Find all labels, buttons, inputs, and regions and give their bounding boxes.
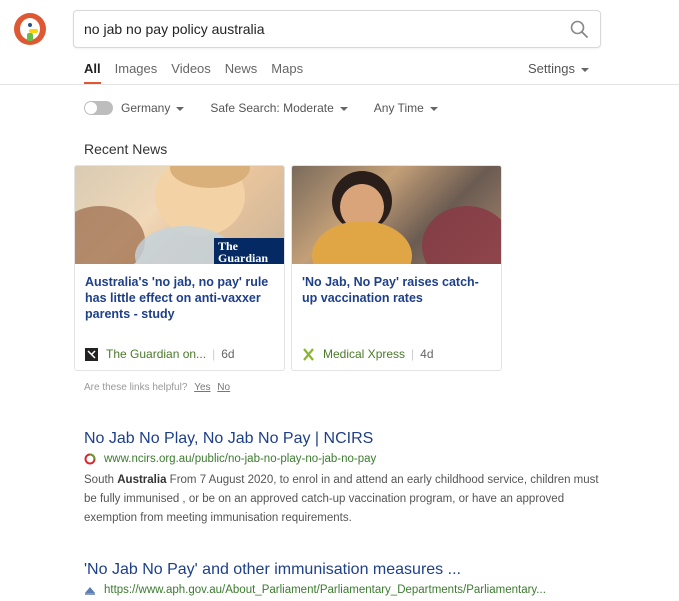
guardian-icon — [85, 347, 98, 361]
time-filter[interactable]: Any Time — [374, 101, 438, 115]
news-card[interactable]: The Guardian Australia's 'no jab, no pay… — [74, 165, 285, 371]
chevron-down-icon — [339, 106, 348, 111]
search-result: No Jab No Play, No Jab No Pay | NCIRS ww… — [84, 430, 604, 528]
duckduckgo-logo-icon[interactable] — [14, 13, 46, 45]
news-headline[interactable]: Australia's 'no jab, no pay' rule has li… — [85, 274, 275, 322]
feedback-no-link[interactable]: No — [217, 382, 230, 393]
search-box[interactable] — [73, 10, 601, 48]
news-age: 6d — [221, 347, 235, 361]
tab-all[interactable]: All — [84, 61, 101, 81]
news-thumbnail — [292, 166, 501, 264]
chevron-down-icon — [581, 67, 589, 72]
safe-search-filter[interactable]: Safe Search: Moderate — [210, 101, 348, 115]
news-source: Medical Xpress | 4d — [302, 347, 434, 361]
chevron-down-icon — [429, 106, 438, 111]
news-thumbnail: The Guardian — [75, 166, 284, 264]
region-filter[interactable]: Germany — [121, 101, 185, 115]
feedback-yes-link[interactable]: Yes — [194, 382, 210, 393]
news-source: The Guardian on... | 6d — [85, 347, 235, 361]
result-url[interactable]: https://www.aph.gov.au/About_Parliament/… — [84, 584, 604, 596]
filter-bar: Germany Safe Search: Moderate Any Time — [84, 100, 464, 116]
tab-images[interactable]: Images — [115, 61, 158, 81]
search-result: 'No Jab No Pay' and other immunisation m… — [84, 561, 604, 596]
tab-maps[interactable]: Maps — [271, 61, 303, 81]
result-url[interactable]: www.ncirs.org.au/public/no-jab-no-play-n… — [84, 453, 604, 465]
region-toggle[interactable] — [84, 101, 113, 115]
chevron-down-icon — [176, 106, 185, 111]
settings-label: Settings — [528, 61, 575, 76]
result-title-link[interactable]: 'No Jab No Pay' and other immunisation m… — [84, 561, 604, 579]
news-card[interactable]: 'No Jab, No Pay' raises catch-up vaccina… — [291, 165, 502, 371]
guardian-logo-icon: The Guardian — [214, 238, 284, 264]
feedback-prompt: Are these links helpful? Yes No — [84, 382, 231, 393]
aph-favicon-icon — [85, 587, 95, 595]
tab-videos[interactable]: Videos — [171, 61, 211, 81]
search-icon[interactable] — [570, 20, 588, 38]
tab-news[interactable]: News — [225, 61, 258, 81]
recent-news-heading: Recent News — [84, 141, 168, 157]
result-snippet: South Australia From 7 August 2020, to e… — [84, 474, 599, 524]
search-input[interactable] — [84, 11, 554, 47]
news-age: 4d — [420, 347, 434, 361]
medical-xpress-icon — [303, 347, 314, 361]
ncirs-favicon-icon — [84, 453, 96, 465]
news-headline[interactable]: 'No Jab, No Pay' raises catch-up vaccina… — [302, 274, 492, 306]
settings-menu[interactable]: Settings — [528, 61, 589, 76]
header: All Images Videos News Maps Settings — [0, 0, 679, 85]
search-tabs: All Images Videos News Maps — [84, 61, 317, 81]
result-title-link[interactable]: No Jab No Play, No Jab No Pay | NCIRS — [84, 430, 604, 448]
